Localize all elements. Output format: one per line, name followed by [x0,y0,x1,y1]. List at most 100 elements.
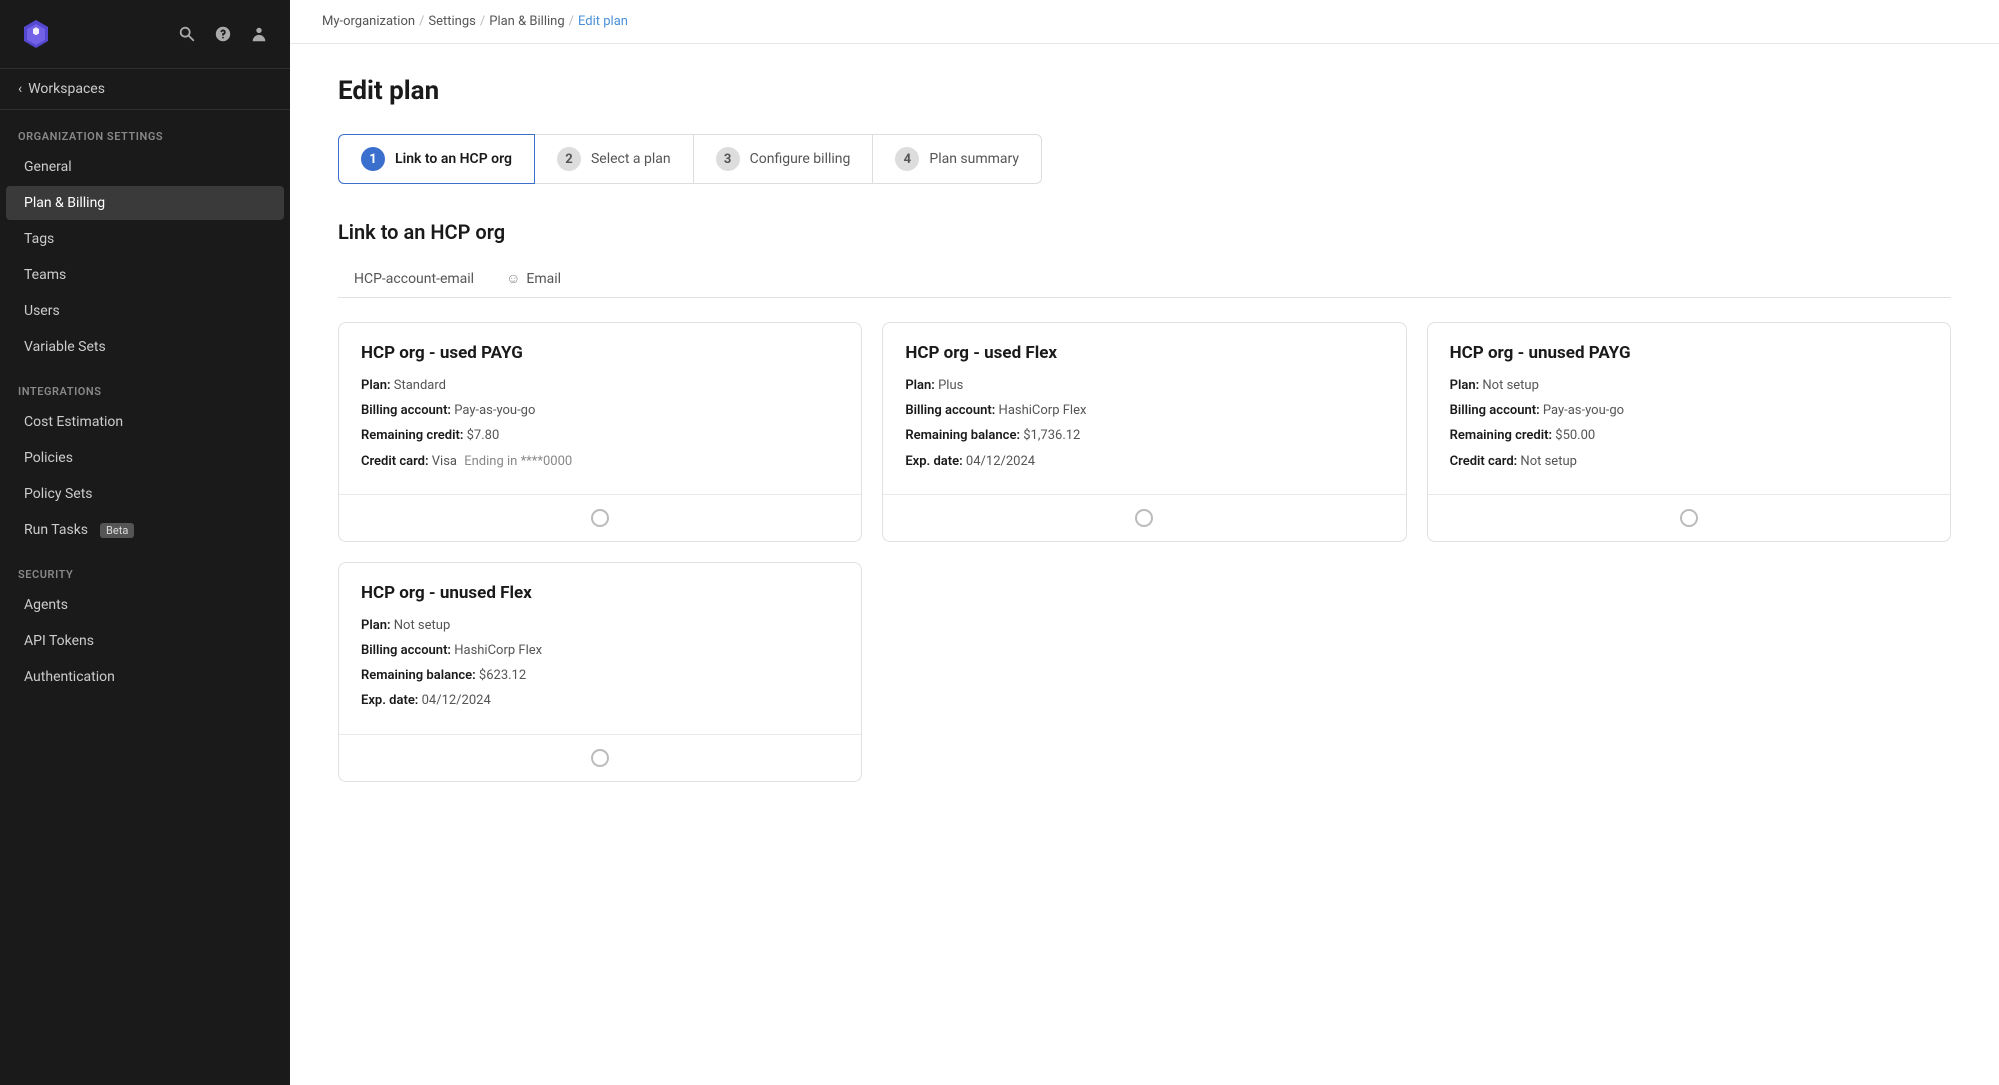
cards-grid: HCP org - used PAYG Plan: Standard Billi… [338,322,1951,782]
breadcrumb-sep2: / [480,14,485,29]
sidebar-item-users-label: Users [24,303,60,319]
step-4[interactable]: 4 Plan summary [873,134,1042,184]
card-3-remaining: Remaining credit: $50.00 [1450,427,1928,445]
card-1-plan-label: Plan: [361,378,391,393]
card-4-extra-label: Exp. date: [361,693,418,708]
card-4-body: HCP org - unused Flex Plan: Not setup Bi… [339,563,861,734]
breadcrumb-sep3: / [569,14,574,29]
tab-hcp-account-label: HCP-account-email [354,271,474,287]
breadcrumb-plan-billing[interactable]: Plan & Billing [489,14,564,29]
card-2-extra-label: Exp. date: [905,454,962,469]
sidebar-item-policies-label: Policies [24,450,73,466]
top-icons [174,21,272,47]
card-2-billing: Billing account: HashiCorp Flex [905,402,1383,420]
card-4-plan-value: Not setup [394,618,451,633]
card-3-plan-label: Plan: [1450,378,1480,393]
sidebar-item-teams[interactable]: Teams [6,258,284,292]
workspaces-link[interactable]: ‹ Workspaces [0,69,290,110]
user-icon: ☺ [506,270,520,287]
sidebar-item-api-tokens[interactable]: API Tokens [6,624,284,658]
sidebar-item-variable-sets[interactable]: Variable Sets [6,330,284,364]
sidebar-item-plan-billing[interactable]: Plan & Billing [6,186,284,220]
sidebar-item-cost-estimation[interactable]: Cost Estimation [6,405,284,439]
breadcrumb-org[interactable]: My-organization [322,14,415,29]
card-1-radio[interactable] [591,509,609,527]
card-1-body: HCP org - used PAYG Plan: Standard Billi… [339,323,861,494]
card-4-billing-label: Billing account: [361,643,451,658]
sidebar-item-api-tokens-label: API Tokens [24,633,94,649]
card-1-extra-label: Credit card: [361,454,429,469]
page-title: Edit plan [338,76,1951,106]
security-section-label: Security [0,548,290,587]
card-3-billing: Billing account: Pay-as-you-go [1450,402,1928,420]
card-4-remaining-label: Remaining balance: [361,668,476,683]
card-1-remaining-value: $7.80 [467,428,500,443]
search-button[interactable] [174,21,200,47]
help-button[interactable] [210,21,236,47]
logo-icon [18,16,54,52]
card-1-remaining-label: Remaining credit: [361,428,463,443]
card-2-plan-label: Plan: [905,378,935,393]
hcp-card-3[interactable]: HCP org - unused PAYG Plan: Not setup Bi… [1427,322,1951,542]
sidebar-item-users[interactable]: Users [6,294,284,328]
card-2-remaining: Remaining balance: $1,736.12 [905,427,1383,445]
card-2-remaining-label: Remaining balance: [905,428,1020,443]
run-tasks-badge: Beta [100,523,134,538]
hcp-card-2[interactable]: HCP org - used Flex Plan: Plus Billing a… [882,322,1406,542]
card-4-remaining: Remaining balance: $623.12 [361,667,839,685]
hcp-card-1[interactable]: HCP org - used PAYG Plan: Standard Billi… [338,322,862,542]
main-content: My-organization / Settings / Plan & Bill… [290,0,1999,1085]
section-title: Link to an HCP org [338,220,1951,244]
step-1[interactable]: 1 Link to an HCP org [338,134,535,184]
sidebar-item-policy-sets[interactable]: Policy Sets [6,477,284,511]
step-3-number: 3 [716,147,740,171]
tab-hcp-account[interactable]: HCP-account-email [338,263,490,297]
breadcrumb-settings[interactable]: Settings [428,14,475,29]
step-4-number: 4 [895,147,919,171]
sidebar-item-plan-billing-label: Plan & Billing [24,195,105,211]
card-2-body: HCP org - used Flex Plan: Plus Billing a… [883,323,1405,494]
card-4-plan-label: Plan: [361,618,391,633]
card-4-footer [339,734,861,781]
card-2-billing-label: Billing account: [905,403,995,418]
card-1-extra-value: Visa [432,454,457,469]
step-3[interactable]: 3 Configure billing [694,134,874,184]
sidebar-item-authentication[interactable]: Authentication [6,660,284,694]
sidebar-item-tags[interactable]: Tags [6,222,284,256]
card-1-plan: Plan: Standard [361,377,839,395]
card-1-title: HCP org - used PAYG [361,343,839,363]
card-4-radio[interactable] [591,749,609,767]
card-3-extra-label: Credit card: [1450,454,1518,469]
step-1-label: Link to an HCP org [395,151,512,167]
sidebar-item-policies[interactable]: Policies [6,441,284,475]
sidebar-item-teams-label: Teams [24,267,66,283]
card-3-extra: Credit card: Not setup [1450,453,1928,471]
sidebar-item-policy-sets-label: Policy Sets [24,486,93,502]
step-2[interactable]: 2 Select a plan [535,134,694,184]
user-button[interactable] [246,21,272,47]
card-2-plan: Plan: Plus [905,377,1383,395]
sidebar-item-agents[interactable]: Agents [6,588,284,622]
card-1-extra: Credit card: Visa Ending in ****0000 [361,453,839,471]
step-3-label: Configure billing [750,151,851,167]
sidebar-item-general[interactable]: General [6,150,284,184]
card-2-extra: Exp. date: 04/12/2024 [905,453,1383,471]
tab-email[interactable]: ☺ Email [490,262,577,297]
content-area: Edit plan 1 Link to an HCP org 2 Select … [290,44,1999,1085]
card-3-extra-value: Not setup [1520,454,1577,469]
sidebar-item-run-tasks-label: Run Tasks [24,522,88,538]
hcp-card-4[interactable]: HCP org - unused Flex Plan: Not setup Bi… [338,562,862,782]
card-3-radio[interactable] [1680,509,1698,527]
card-4-plan: Plan: Not setup [361,617,839,635]
card-1-plan-value: Standard [394,378,446,393]
chevron-left-icon: ‹ [18,81,22,97]
card-3-plan-value: Not setup [1482,378,1539,393]
card-4-extra-value: 04/12/2024 [422,693,491,708]
card-1-billing-label: Billing account: [361,403,451,418]
card-2-plan-value: Plus [938,378,963,393]
card-2-radio[interactable] [1135,509,1153,527]
card-1-billing: Billing account: Pay-as-you-go [361,402,839,420]
card-2-title: HCP org - used Flex [905,343,1383,363]
sidebar-item-run-tasks[interactable]: Run Tasks Beta [6,513,284,547]
sidebar-item-general-label: General [24,159,72,175]
